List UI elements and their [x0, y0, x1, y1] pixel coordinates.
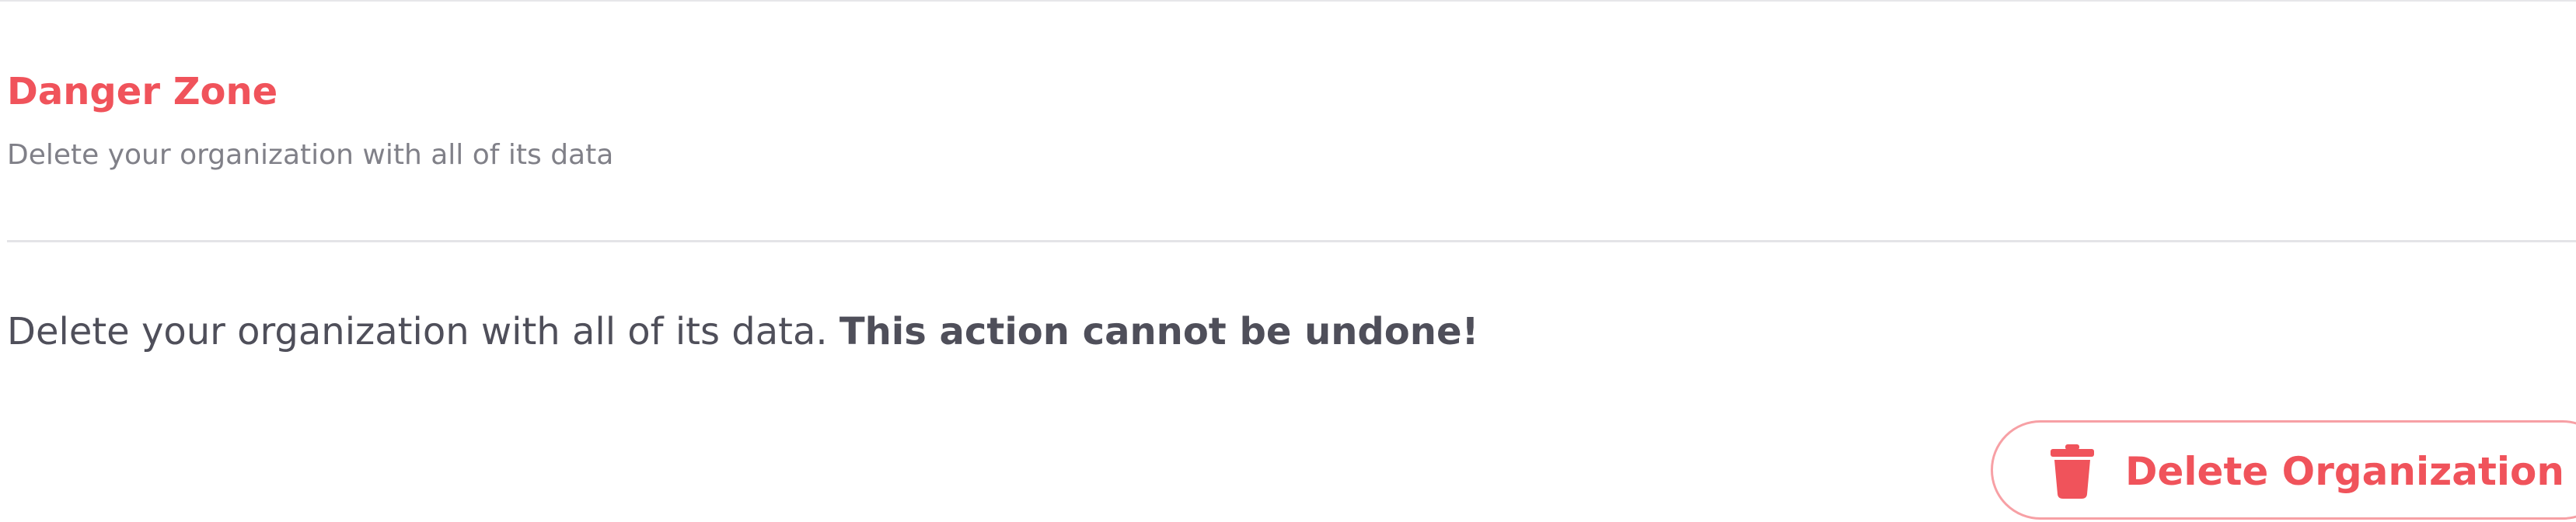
delete-warning-message: Delete your organization with all of its…: [7, 310, 828, 353]
danger-zone-title: Danger Zone: [7, 70, 278, 113]
delete-warning-text: Delete your organization with all of its…: [7, 307, 1478, 357]
top-divider: [0, 0, 2576, 2]
delete-organization-button[interactable]: Delete Organization: [1991, 420, 2576, 520]
delete-warning-emphasis: This action cannot be undone!: [839, 310, 1479, 353]
trash-icon: [2051, 444, 2094, 499]
danger-zone-subtitle: Delete your organization with all of its…: [7, 139, 614, 171]
section-divider: [7, 240, 2576, 242]
delete-organization-label: Delete Organization: [2125, 449, 2564, 494]
